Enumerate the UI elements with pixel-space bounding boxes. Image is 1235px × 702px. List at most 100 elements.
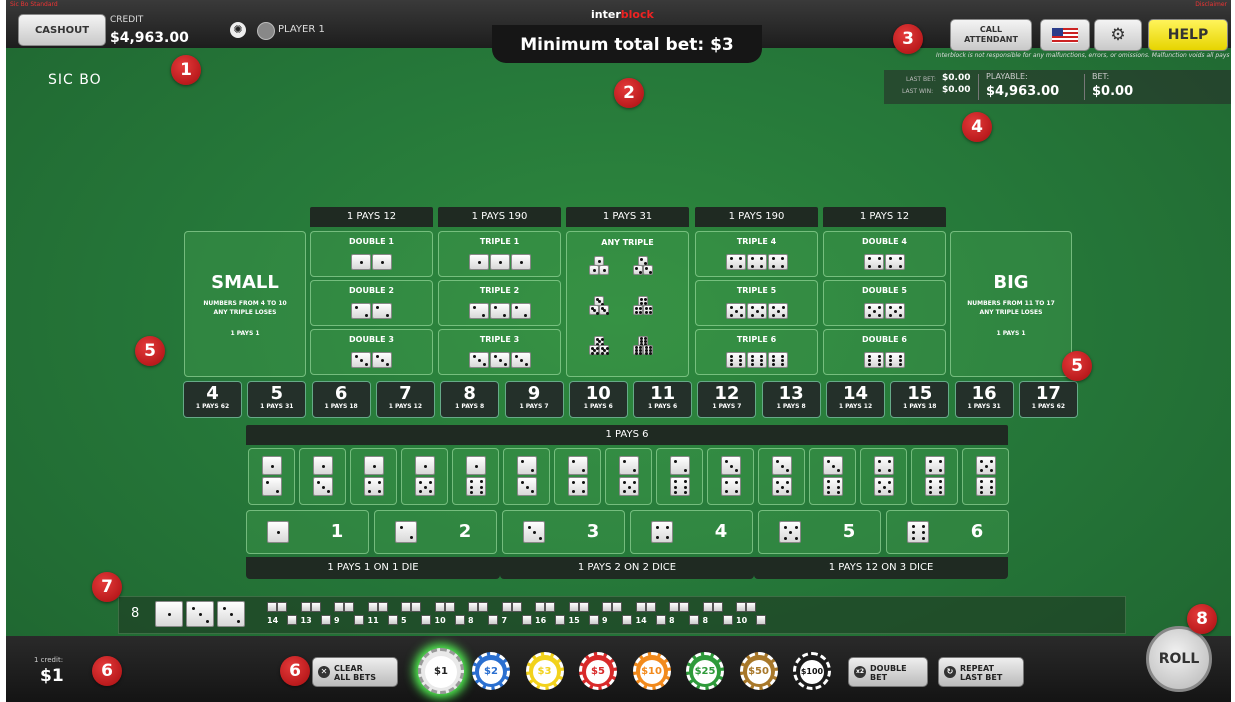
die-icon	[874, 456, 894, 475]
chip-50-button[interactable]: $50	[739, 652, 778, 690]
die-icon	[468, 352, 489, 368]
repeat-label-1: REPEAT	[960, 664, 994, 673]
combo-bet[interactable]	[860, 448, 907, 505]
triple-4-bet[interactable]: TRIPLE 4	[695, 231, 818, 277]
combo-bet[interactable]	[962, 448, 1009, 505]
total-17-bet[interactable]: 17 1 PAYS 62	[1018, 381, 1078, 418]
die-icon	[466, 477, 486, 496]
combo-bet[interactable]	[707, 448, 754, 505]
pip	[938, 460, 942, 464]
bet-label: TRIPLE 2	[479, 286, 520, 295]
die-icon	[395, 521, 417, 543]
pip	[760, 314, 764, 317]
combo-bet[interactable]	[758, 448, 805, 505]
total-13-bet[interactable]: 13 1 PAYS 8	[761, 381, 821, 418]
single-6-bet[interactable]: 6	[886, 510, 1009, 554]
double-bet-button[interactable]: x2 DOUBLE BET	[848, 657, 928, 687]
total-7-bet[interactable]: 71 PAYS 12	[375, 381, 435, 418]
total-10-bet[interactable]: 10 1 PAYS 6	[568, 381, 628, 418]
triple-1-bet[interactable]: TRIPLE 1	[438, 231, 561, 277]
repeat-last-bet-button[interactable]: ↻ REPEAT LAST BET	[938, 657, 1024, 687]
chip-1-button[interactable]: $1	[418, 648, 464, 694]
combo-bet[interactable]	[605, 448, 652, 505]
pip	[734, 489, 738, 493]
chip-25-button[interactable]: $25	[686, 652, 724, 690]
total-pays: 1 PAYS 18	[903, 403, 937, 410]
total-16-bet[interactable]: 16 1 PAYS 31	[954, 381, 1014, 418]
combo-bet[interactable]	[299, 448, 346, 505]
dice-group	[439, 303, 560, 319]
die-icon	[372, 303, 392, 319]
total-4-bet[interactable]: 41 PAYS 62	[183, 381, 242, 418]
die-icon	[568, 477, 588, 496]
triple-3-bet[interactable]: TRIPLE 3	[438, 329, 561, 375]
double-3-bet[interactable]: DOUBLE 3	[310, 329, 433, 375]
combo-bet[interactable]	[350, 448, 397, 505]
double-icon: x2	[854, 666, 866, 678]
any-triple-bet[interactable]: ANY TRIPLE	[566, 231, 689, 377]
clear-all-bets-button[interactable]: ✕ CLEAR ALL BETS	[312, 657, 398, 687]
single-4-bet[interactable]: 4	[630, 510, 753, 554]
single-5-bet[interactable]: 5	[758, 510, 881, 554]
chip-2-button[interactable]: $2	[472, 652, 510, 690]
total-pays: 1 PAYS 7	[712, 403, 742, 410]
chip-10-button[interactable]: $10	[632, 652, 671, 690]
pip	[475, 464, 478, 468]
chip-5-button[interactable]: $5	[579, 652, 617, 690]
pip	[368, 489, 372, 493]
roll-button[interactable]: ROLL	[1146, 626, 1212, 692]
mini-die-icon	[488, 615, 498, 625]
total-11-bet[interactable]: 11 1 PAYS 6	[633, 381, 693, 418]
die-icon	[510, 303, 531, 319]
single-1-bet[interactable]: 1	[246, 510, 369, 554]
triple-6-bet[interactable]: TRIPLE 6	[695, 329, 818, 375]
small-bet[interactable]: SMALL NUMBERS FROM 4 TO 10 ANY TRIPLE LOSE…	[184, 231, 306, 377]
triple-5-bet[interactable]: TRIPLE 5	[695, 280, 818, 326]
combo-bet[interactable]	[503, 448, 550, 505]
pip	[760, 363, 764, 367]
combo-bet[interactable]	[452, 448, 499, 505]
pip	[898, 359, 902, 362]
combo-bet[interactable]	[554, 448, 601, 505]
total-8-bet[interactable]: 81 PAYS 8	[440, 381, 500, 418]
pip	[479, 490, 483, 494]
combo-bet[interactable]	[809, 448, 856, 505]
pip	[750, 314, 754, 317]
combo-bet[interactable]	[248, 448, 295, 505]
chip-3-button[interactable]: $3	[525, 652, 564, 690]
total-5-bet[interactable]: 51 PAYS 31	[247, 381, 307, 418]
single-3-bet[interactable]: 3	[502, 510, 625, 554]
triple-2-bet[interactable]: TRIPLE 2	[438, 280, 561, 326]
mini-die-icon	[277, 602, 287, 612]
pip	[581, 481, 585, 485]
die-icon	[489, 254, 510, 270]
total-14-bet[interactable]: 14 1 PAYS 12	[826, 381, 885, 418]
double-4-bet[interactable]: DOUBLE 4	[823, 231, 946, 277]
pip	[498, 261, 502, 264]
double-2-bet[interactable]: DOUBLE 2	[310, 280, 433, 326]
history-total: 7	[501, 616, 508, 625]
total-9-bet[interactable]: 91 PAYS 7	[504, 381, 564, 418]
pays-header: 1 PAYS 6	[246, 425, 1008, 445]
pip	[674, 460, 678, 464]
total-12-bet[interactable]: 12 1 PAYS 7	[697, 381, 757, 418]
combo-bet[interactable]	[401, 448, 448, 505]
history-entry: 10	[736, 599, 768, 631]
combo-bet[interactable]	[911, 448, 958, 505]
chip-100-button[interactable]: $100	[793, 652, 831, 690]
pip	[666, 536, 670, 540]
total-pays: 1 PAYS 6	[648, 403, 678, 410]
bet-label: TRIPLE 5	[736, 286, 777, 295]
double-5-bet[interactable]: DOUBLE 5	[823, 280, 946, 326]
combo-bet[interactable]	[656, 448, 703, 505]
total-15-bet[interactable]: 15 1 PAYS 18	[890, 381, 950, 418]
double-6-bet[interactable]: DOUBLE 6	[823, 329, 946, 375]
bet-label: ANY TRIPLE	[601, 238, 654, 247]
big-bet[interactable]: BIG NUMBERS FROM 11 TO 17 ANY TRIPLE LOSES…	[950, 231, 1072, 377]
total-6-bet[interactable]: 61 PAYS 18	[311, 381, 371, 418]
single-2-bet[interactable]: 2	[374, 510, 497, 554]
history-entry: 5	[401, 599, 433, 631]
total-pays: 1 PAYS 12	[838, 403, 873, 410]
double-1-bet[interactable]: DOUBLE 1	[310, 231, 433, 277]
pip	[760, 257, 764, 261]
